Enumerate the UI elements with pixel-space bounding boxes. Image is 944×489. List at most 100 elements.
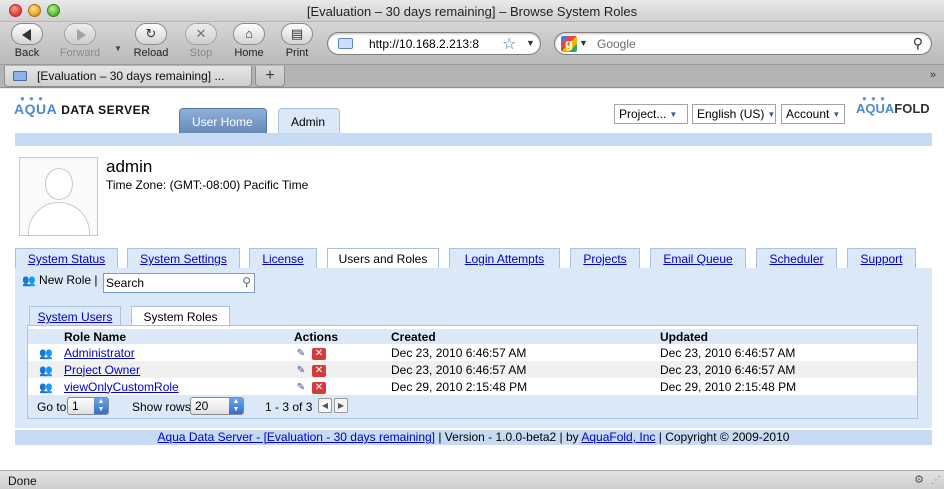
show-rows-label: Show rows [132,400,191,414]
delete-role-icon[interactable]: ✕ [312,348,326,360]
created-header[interactable]: Created [391,329,660,344]
print-button[interactable]: ▤ Print [275,23,319,59]
aquafold-logo: AQUAFOLD [856,101,930,116]
browser-tab[interactable]: [Evaluation – 30 days remaining] ... [4,66,252,87]
printer-icon: ▤ [290,26,304,41]
folder-icon [13,71,27,81]
footer: Aqua Data Server - [Evaluation - 30 days… [15,430,932,445]
page-select-value: 1 [72,399,79,413]
tab-admin[interactable]: Admin [278,108,340,133]
updated-cell: Dec 23, 2010 6:46:57 AM [660,361,917,378]
new-role-label: New Role [39,273,92,287]
role-icon: 👥 [39,381,53,394]
status-text: Done [8,474,37,488]
tab-support[interactable]: Support [847,248,916,268]
previous-page-button[interactable]: ◀ [318,398,332,413]
tab-login-attempts[interactable]: Login Attempts [449,248,560,268]
tab-user-home[interactable]: User Home [179,108,267,133]
actions-header: Actions [294,329,391,344]
web-search-bar[interactable]: g ▼ Google ⚲ [554,32,932,55]
bookmark-star-icon[interactable]: ☆ [502,34,516,54]
role-name-header[interactable]: Role Name [64,329,294,344]
delete-role-icon[interactable]: ✕ [312,365,326,377]
search-icon[interactable]: ⚲ [242,275,251,289]
icon-column-header [28,329,64,344]
language-select[interactable]: English (US) ▼ [692,104,776,124]
home-icon: ⌂ [245,26,253,41]
table-header-row: Role Name Actions Created Updated [28,329,917,344]
project-select[interactable]: Project... ▼ [614,104,688,124]
next-page-button[interactable]: ▶ [334,398,348,413]
new-tab-button[interactable]: + [255,66,285,87]
tab-list-icon[interactable]: » [930,69,936,81]
edit-role-icon[interactable]: ✎ [294,348,308,360]
updated-cell: Dec 29, 2010 2:15:48 PM [660,379,797,394]
created-cell: Dec 29, 2010 2:15:48 PM [391,379,528,394]
new-role-button[interactable]: 👥 New Role | [22,273,98,287]
product-link[interactable]: Aqua Data Server - [Evaluation - 30 days… [158,430,435,444]
page-range: 1 - 3 of 3 [265,400,313,414]
spinner-arrows-icon: ▲ ▼ [94,398,108,414]
role-link[interactable]: viewOnlyCustomRole [64,380,179,394]
spinner-arrows-icon: ▲ ▼ [229,398,243,414]
rows-per-page-select[interactable]: 20 ▲ ▼ [190,397,244,415]
chevron-down-icon: ▼ [767,110,776,119]
resize-grip-icon[interactable]: ⋰ [931,475,941,486]
footer-copyright: | Copyright © 2009-2010 [658,430,790,444]
stop-button[interactable]: ✕ Stop [179,23,223,59]
home-button[interactable]: ⌂ Home [227,23,271,59]
role-link[interactable]: Administrator [64,346,135,360]
delete-role-icon[interactable]: ✕ [312,382,326,394]
edit-role-icon[interactable]: ✎ [294,382,308,394]
company-link[interactable]: AquaFold, Inc [581,430,655,444]
tab-system-users[interactable]: System Users [29,306,121,325]
goto-label: Go to [37,400,67,414]
tab-system-roles[interactable]: System Roles [131,306,230,326]
browser-toolbar: Back Forward ▼ ↻ Reload ✕ Stop ⌂ Home ▤ … [0,22,944,64]
stop-label: Stop [189,47,213,59]
reload-button[interactable]: ↻ Reload [129,23,173,59]
language-select-value: English (US) [697,107,765,121]
user-name: admin [106,157,153,176]
tab-system-settings[interactable]: System Settings [127,248,240,268]
history-dropdown-icon[interactable]: ▼ [114,44,122,53]
aqua-data-server-logo: AQUA DATA SERVER [14,101,150,117]
back-button[interactable]: Back [5,23,49,59]
forward-button[interactable]: Forward [58,23,102,59]
role-icon: 👥 [39,347,53,360]
role-search-input[interactable] [104,274,232,292]
tab-license[interactable]: License [249,248,317,268]
page-select[interactable]: 1 ▲ ▼ [67,397,109,415]
url-history-dropdown-icon[interactable]: ▼ [526,38,535,48]
role-search-field[interactable]: ⚲ [103,273,255,293]
table-row: 👥 Project Owner ✎ ✕ Dec 23, 2010 6:46:57 … [28,361,917,378]
tab-email-queue[interactable]: Email Queue [650,248,746,268]
toolbar-separator: | [94,273,98,287]
search-engine-dropdown-icon[interactable]: ▼ [579,38,588,48]
tab-scheduler[interactable]: Scheduler [756,248,837,268]
table-row: 👥 viewOnlyCustomRole ✎ ✕ Dec 29, 2010 2:1… [28,378,917,395]
forward-label: Forward [59,47,101,59]
tab-system-status[interactable]: System Status [15,248,118,268]
addon-icon[interactable]: ⚙ [914,473,924,486]
url-text[interactable]: http://10.168.2.213:8 [369,37,499,51]
reload-icon: ↻ [145,26,157,41]
account-select[interactable]: Account ▼ [781,104,845,124]
home-label: Home [234,47,264,59]
address-bar[interactable]: http://10.168.2.213:8 ☆ ▼ [327,32,541,55]
add-role-icon: 👥 [22,275,36,287]
created-cell: Dec 23, 2010 6:46:57 AM [391,345,527,360]
avatar [19,157,98,236]
avatar-head-shape [45,168,73,200]
edit-role-icon[interactable]: ✎ [294,365,308,377]
role-link[interactable]: Project Owner [64,363,140,377]
rows-per-page-value: 20 [195,399,209,413]
role-icon: 👥 [39,364,53,377]
search-icon[interactable]: ⚲ [913,35,923,52]
updated-header[interactable]: Updated [660,329,917,344]
search-placeholder[interactable]: Google [597,37,636,51]
tab-users-and-roles[interactable]: Users and Roles [327,248,439,269]
google-engine-icon[interactable]: g [561,36,577,52]
updated-cell: Dec 23, 2010 6:46:57 AM [660,345,796,360]
tab-projects[interactable]: Projects [570,248,640,268]
